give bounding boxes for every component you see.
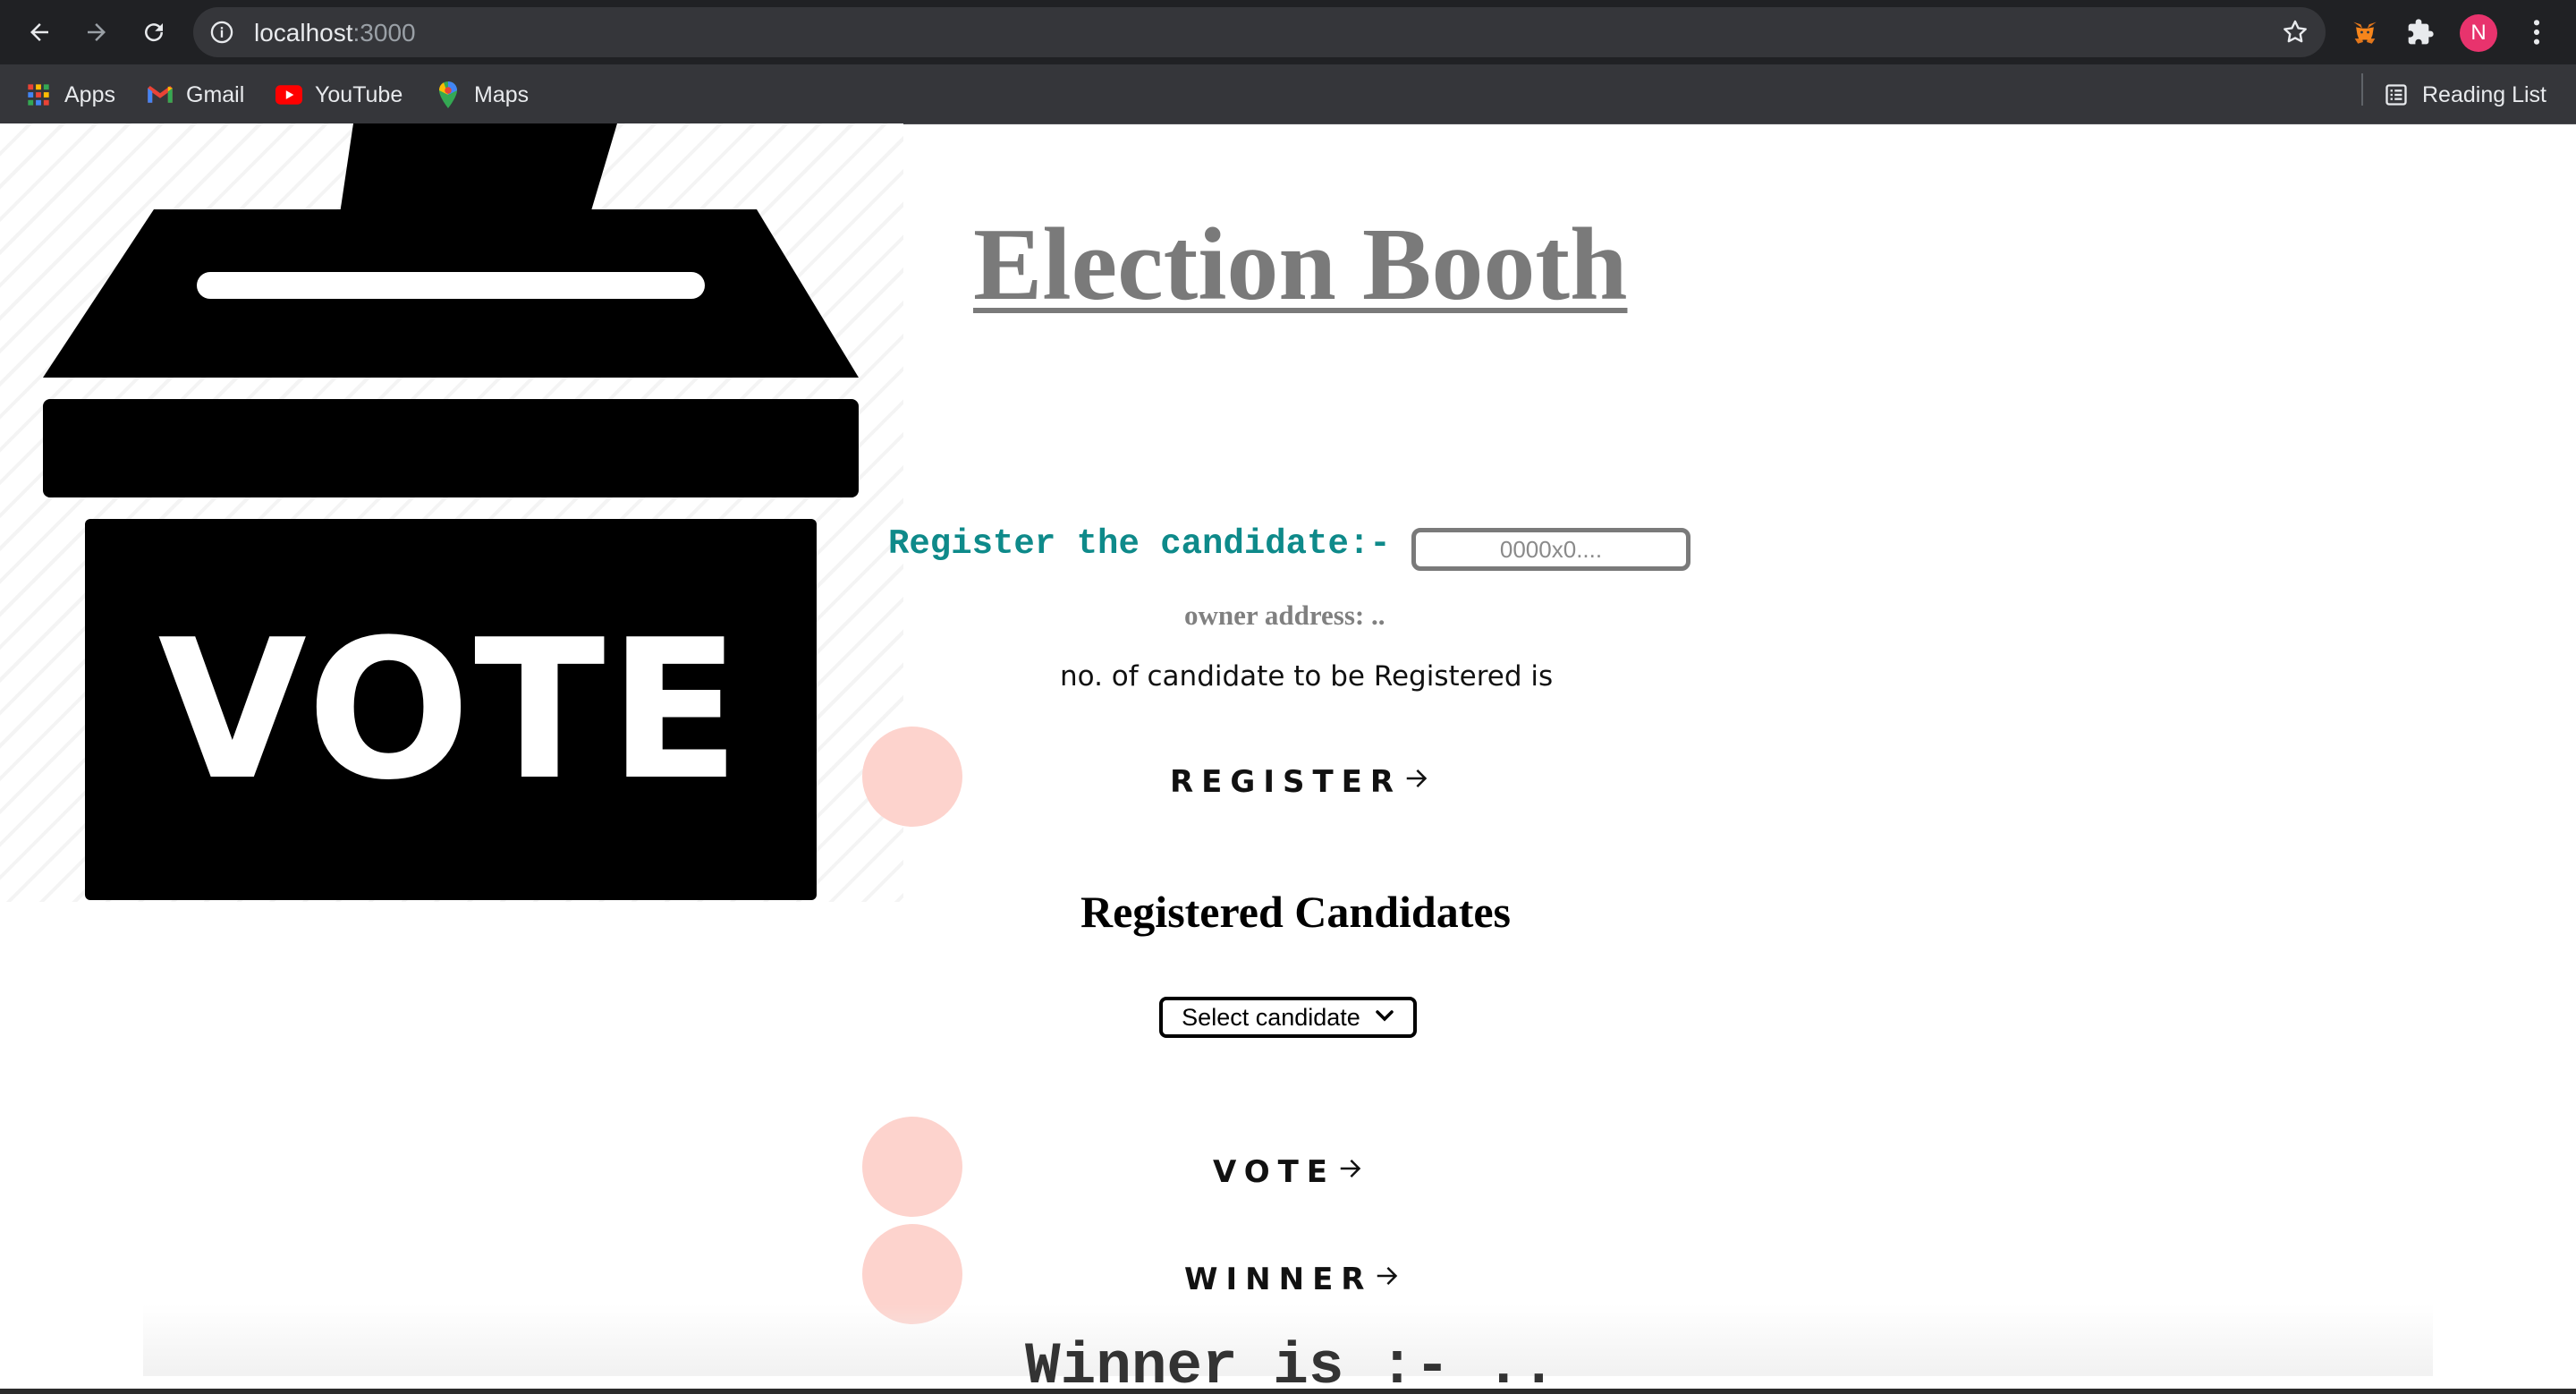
url-port: :3000 [352,19,416,47]
winner-button-label: WINNER [1184,1262,1373,1297]
url-text: localhost:3000 [254,19,416,47]
registered-candidates-heading: Registered Candidates [1080,887,1512,937]
forward-icon[interactable] [77,13,116,52]
chevron-down-icon [1375,1008,1394,1027]
bookmark-gmail[interactable]: Gmail [147,77,244,113]
register-candidate-label: Register the candidate:- [888,524,1391,564]
bookmark-apps[interactable]: Apps [25,77,115,113]
bookmark-star-icon[interactable] [2281,18,2309,51]
page-content: VOTE Election Booth Register the candida… [0,123,2576,1394]
candidate-select[interactable]: Select candidate [1159,997,1417,1038]
ballot-box-logo: VOTE [43,123,859,900]
bookmark-label: Apps [64,81,115,107]
bookmark-maps[interactable]: Maps [435,77,529,113]
profile-avatar[interactable]: N [2460,14,2497,52]
arrow-right-icon [1337,1154,1364,1190]
site-info-icon[interactable] [209,20,234,49]
reading-list-button[interactable]: Reading List [2383,77,2546,113]
owner-address-value: owner address: .. [1184,599,1385,631]
youtube-icon [275,81,302,108]
vote-button-label: VOTE [1213,1154,1336,1190]
bookmarks-divider [2361,73,2363,106]
page-title: Election Booth [973,208,1628,322]
arrow-right-icon [1403,764,1430,800]
extensions-puzzle-icon[interactable] [2401,13,2440,52]
bookmark-youtube[interactable]: YouTube [275,77,402,113]
winner-result-text: Winner is :- .. [1025,1333,1557,1394]
vote-logo-text: VOTE [158,598,744,822]
reading-list-icon [2383,81,2410,108]
candidate-count-text: no. of candidate to be Registered is [1060,660,1554,693]
reload-icon[interactable] [134,13,174,52]
window-bottom-edge [0,1389,2576,1394]
register-button-label: REGISTER [1170,764,1402,800]
bookmark-label: Maps [474,81,530,107]
vote-button-circle [862,1117,962,1217]
maps-icon [435,81,462,108]
back-icon[interactable] [20,13,59,52]
bookmark-label: YouTube [315,81,403,107]
bookmark-label: Gmail [186,81,245,107]
url-host: localhost [254,19,353,47]
register-button-circle [862,727,962,827]
gmail-icon [147,81,174,108]
address-bar[interactable]: localhost:3000 [193,7,2326,57]
vote-button[interactable]: VOTE [1213,1136,1364,1208]
metamask-extension-icon[interactable] [2345,13,2385,52]
candidate-address-input[interactable] [1411,528,1690,571]
bookmarks-bar: Apps Gmail YouTube Maps Reading List [0,64,2576,124]
candidate-select-value: Select candidate [1182,1003,1360,1031]
browser-toolbar: localhost:3000 N [0,0,2576,64]
more-menu-icon[interactable] [2517,13,2556,52]
register-button[interactable]: REGISTER [1170,746,1430,818]
arrow-right-icon [1374,1262,1401,1297]
apps-grid-icon [25,81,52,108]
reading-list-label: Reading List [2422,81,2546,107]
